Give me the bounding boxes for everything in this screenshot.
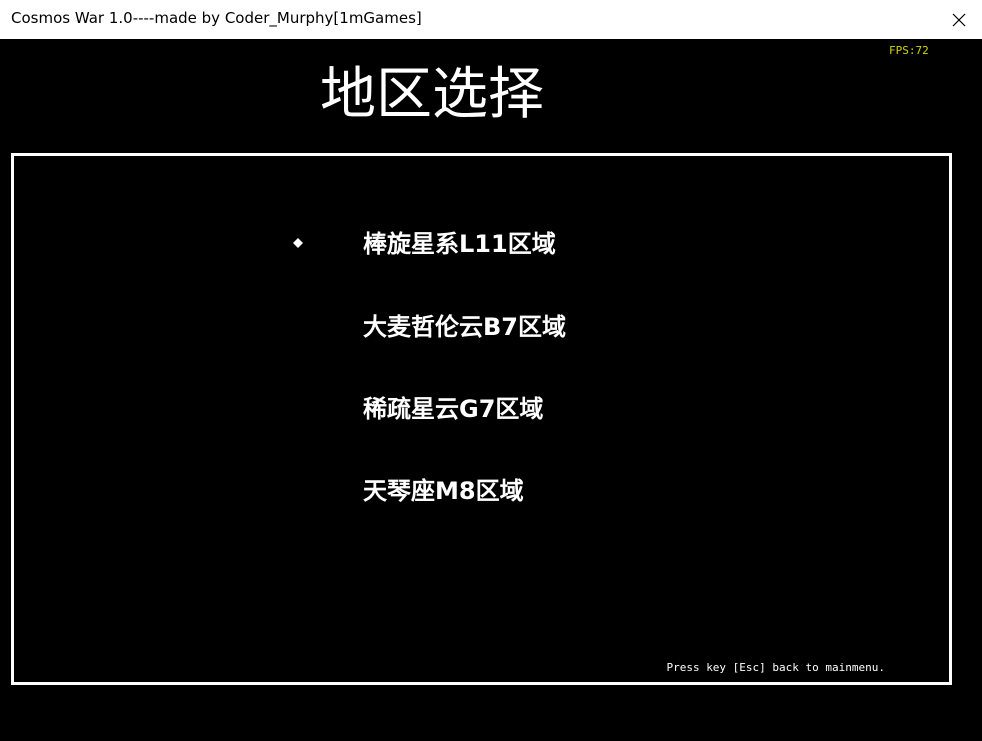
region-option-m8[interactable]: 天琴座M8区域: [363, 475, 524, 507]
fps-counter: FPS:72: [889, 44, 929, 57]
back-hint: Press key [Esc] back to mainmenu.: [666, 661, 885, 674]
close-icon: [952, 13, 966, 26]
title-bar: Cosmos War 1.0----made by Coder_Murphy[1…: [0, 0, 982, 39]
close-button[interactable]: [936, 0, 982, 39]
page-title: 地区选择: [320, 62, 544, 127]
region-list: 棒旋星系L11区域 大麦哲伦云B7区域 稀疏星云G7区域 天琴座M8区域: [14, 156, 949, 682]
window-title: Cosmos War 1.0----made by Coder_Murphy[1…: [11, 9, 422, 27]
game-canvas: FPS:72 地区选择 棒旋星系L11区域 大麦哲伦云B7区域 稀疏星云G7区域…: [0, 39, 982, 741]
region-select-panel: 棒旋星系L11区域 大麦哲伦云B7区域 稀疏星云G7区域 天琴座M8区域 Pre…: [11, 153, 952, 685]
game-window: Cosmos War 1.0----made by Coder_Murphy[1…: [0, 0, 982, 741]
region-option-b7[interactable]: 大麦哲伦云B7区域: [363, 311, 566, 343]
region-option-g7[interactable]: 稀疏星云G7区域: [363, 393, 543, 425]
region-option-l11[interactable]: 棒旋星系L11区域: [363, 228, 556, 260]
